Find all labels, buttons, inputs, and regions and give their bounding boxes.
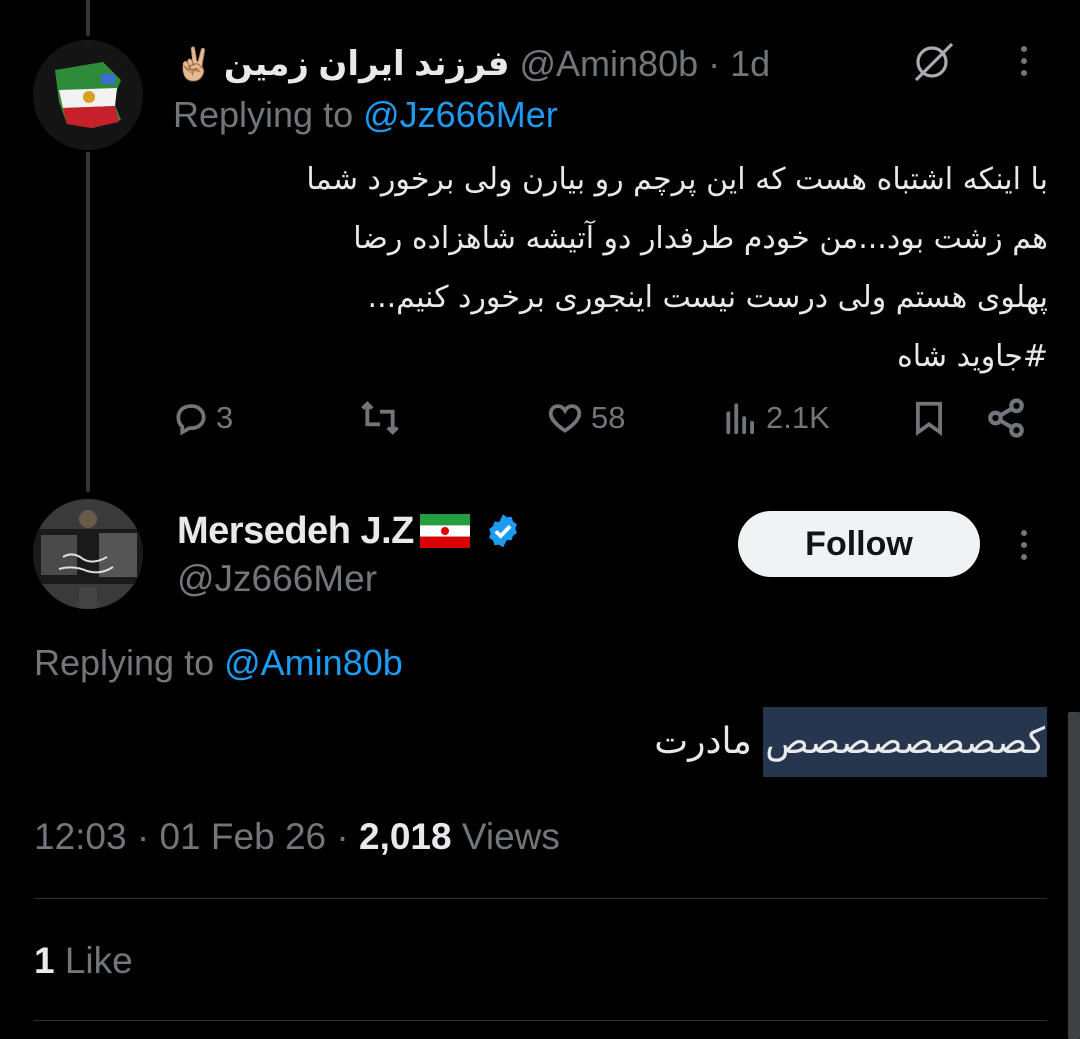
emoji: ✌🏼 xyxy=(174,46,214,82)
like-icon xyxy=(548,404,582,433)
bookmark-action[interactable] xyxy=(910,396,948,440)
divider xyxy=(34,898,1047,899)
display-name[interactable]: Mersedeh J.Z xyxy=(177,510,414,553)
separator: · xyxy=(708,43,721,84)
likes-count: 1 xyxy=(34,940,55,981)
text-line: #جاوید شاه xyxy=(897,339,1048,374)
timestamp[interactable]: 12:03 · 01 Feb 26 xyxy=(34,816,326,857)
replying-label: Replying to xyxy=(173,94,354,135)
views-icon xyxy=(726,403,754,435)
replying-to: Replying to @Jz666Mer xyxy=(173,94,558,138)
text-rest: مادرت xyxy=(654,721,764,762)
grok-icon[interactable] xyxy=(908,36,958,91)
handle[interactable]: @Amin80b xyxy=(519,43,698,85)
more-icon[interactable] xyxy=(1021,530,1027,560)
author-header: Mersedeh J.Z xyxy=(177,508,522,554)
divider xyxy=(34,1020,1047,1021)
share-action[interactable] xyxy=(985,396,1027,440)
tweet-text: کصصصصصصصص مادرت xyxy=(300,707,1047,777)
thread-line xyxy=(86,152,90,492)
like-count: 58 xyxy=(591,400,626,435)
reply-count: 3 xyxy=(216,400,234,435)
replying-to: Replying to @Amin80b xyxy=(34,642,403,686)
likes-label: Like xyxy=(54,940,133,981)
bookmark-icon xyxy=(916,401,942,436)
verified-badge-icon[interactable] xyxy=(484,512,522,550)
share-icon xyxy=(988,398,1024,438)
scrollbar[interactable] xyxy=(1068,712,1080,1039)
retweet-icon xyxy=(361,401,399,435)
flag-iran-icon xyxy=(419,514,470,548)
thread-line-top xyxy=(86,0,90,36)
text-line: هم زشت بود...من خودم طرفدار دو آتیشه شاه… xyxy=(353,221,1048,256)
avatar-amin[interactable] xyxy=(33,40,143,150)
timestamp[interactable]: 1d xyxy=(730,43,770,85)
likes-row[interactable]: 1 Like xyxy=(34,940,133,982)
text-line: با اینکه اشتباه هست که این پرچم رو بیارن… xyxy=(306,162,1048,197)
avatar-mersedeh[interactable] xyxy=(33,499,143,609)
reply-text: با اینکه اشتباه هست که این پرچم رو بیارن… xyxy=(150,150,1048,386)
views-count: 2.1K xyxy=(766,400,830,435)
replying-handle-link[interactable]: @Amin80b xyxy=(224,642,403,683)
reply-icon xyxy=(176,404,206,436)
display-name[interactable]: فرزند ایران زمین xyxy=(224,44,510,84)
like-action[interactable]: 58 xyxy=(545,396,625,440)
follow-button[interactable]: Follow xyxy=(738,511,980,577)
highlighted-text: کصصصصصصصص xyxy=(763,707,1047,777)
text-line: پهلوی هستم ولی درست نیست اینجوری برخورد … xyxy=(367,280,1048,315)
views-action[interactable]: 2.1K xyxy=(722,396,830,440)
separator: · xyxy=(326,816,359,857)
views-label: Views xyxy=(451,816,560,857)
author-handle[interactable]: @Jz666Mer xyxy=(177,558,377,600)
retweet-action[interactable] xyxy=(358,396,408,440)
reply-action[interactable]: 3 xyxy=(172,396,233,440)
reply-header: ✌🏼 فرزند ایران زمین @Amin80b · 1d xyxy=(174,40,770,88)
replying-label: Replying to xyxy=(34,642,215,683)
more-icon[interactable] xyxy=(1021,46,1027,76)
timestamp-row: 12:03 · 01 Feb 26 · 2,018 Views xyxy=(34,816,560,858)
replying-handle-link[interactable]: @Jz666Mer xyxy=(363,94,558,135)
views-count: 2,018 xyxy=(359,816,452,857)
